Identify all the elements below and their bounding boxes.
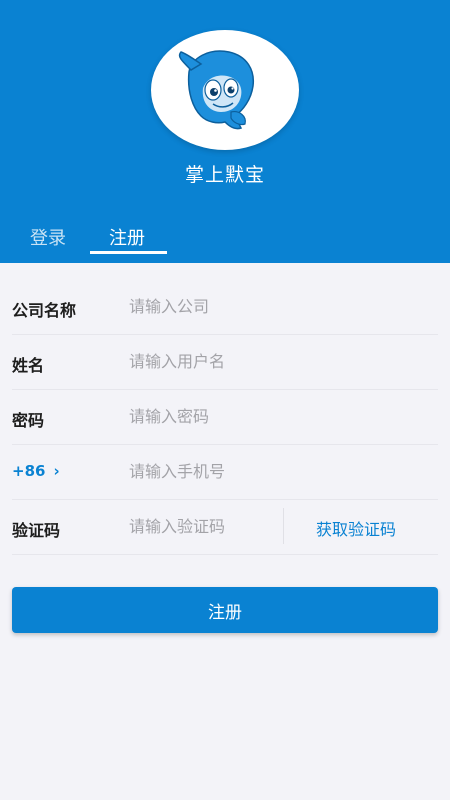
name-row: 姓名 (12, 334, 438, 390)
company-row: 公司名称 (12, 279, 438, 335)
code-label: 验证码 (12, 521, 61, 540)
company-label: 公司名称 (12, 301, 77, 320)
register-button[interactable]: 注册 (12, 587, 438, 633)
name-label: 姓名 (12, 356, 45, 375)
password-input[interactable] (129, 397, 429, 435)
company-input[interactable] (129, 287, 429, 325)
active-tab-indicator (90, 251, 167, 254)
auth-tabs: 登录 注册 (0, 214, 450, 263)
password-row: 密码 (12, 389, 438, 445)
username-input[interactable] (129, 342, 429, 380)
vertical-divider (283, 508, 284, 544)
phone-row: +86 › (12, 444, 438, 500)
password-label: 密码 (12, 411, 45, 430)
app-logo (151, 30, 299, 150)
verification-code-input[interactable] (129, 507, 279, 545)
tab-login[interactable]: 登录 (30, 224, 66, 250)
country-code-selector[interactable]: +86 › (12, 462, 60, 480)
country-code-value: +86 (12, 462, 46, 480)
app-title: 掌上默宝 (184, 164, 265, 186)
dolphin-mascot-logo-icon (178, 50, 255, 130)
chevron-right-icon: › (53, 462, 60, 480)
header: 掌上默宝 登录 注册 (0, 0, 450, 263)
tab-register[interactable]: 注册 (109, 224, 145, 250)
code-row: 验证码 获取验证码 (12, 499, 438, 555)
phone-input[interactable] (129, 452, 429, 490)
get-code-button[interactable]: 获取验证码 (316, 516, 396, 540)
